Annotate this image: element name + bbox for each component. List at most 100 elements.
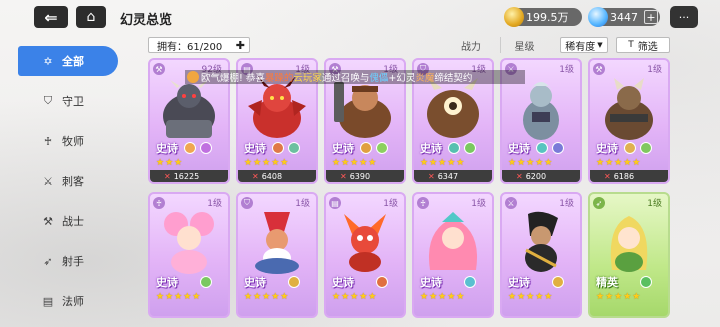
archer-icon: ➶ <box>43 254 53 268</box>
hero-portrait <box>164 212 214 274</box>
sidebar-item-assassin[interactable]: ⚔ 刺客 <box>18 166 118 196</box>
element-badge <box>624 142 636 154</box>
warrior-icon: ⚒ <box>43 214 53 228</box>
broadcast-text: 通过召唤与 <box>321 73 370 84</box>
power-sword-icon: ✕ <box>252 171 259 181</box>
element-badge <box>552 142 564 154</box>
rarity-label: 史诗 <box>332 142 354 155</box>
sort-by-rarity[interactable]: 稀有度 ▼ <box>560 37 608 53</box>
element-badge <box>272 142 284 154</box>
sidebar-item-warrior[interactable]: ⚒ 战士 <box>18 206 118 236</box>
assassin-icon: ⚔ <box>43 174 53 188</box>
hero-card[interactable]: ⚒ 1级 史诗 ★★★★★ ✕ 6186 <box>588 58 670 184</box>
top-bar: ⇐ ⌂ 幻灵总览 199.5万 3447 + ··· <box>0 0 720 34</box>
star-rating: ★★★ <box>156 158 184 168</box>
sort-by-power[interactable]: 战力 <box>447 37 495 53</box>
gem-counter[interactable]: 3447 + <box>588 7 660 27</box>
hero-card[interactable]: ♰ 1级 史诗 ★★★★★ <box>412 192 494 318</box>
sidebar-item-priest[interactable]: ♰ 牧师 <box>18 126 118 156</box>
priest-class-icon: ♰ <box>417 197 429 209</box>
owned-count: 拥有：61/200 ✚ <box>148 37 250 53</box>
sidebar-item-label: 牧师 <box>62 135 84 148</box>
star-rating: ★★★★★ <box>596 158 642 168</box>
hero-portrait <box>610 216 648 272</box>
star-rating: ★★★★★ <box>508 158 554 168</box>
hero-portrait <box>428 212 478 270</box>
star-rating: ★★★★★ <box>156 292 202 302</box>
hero-card[interactable]: ⛉ 1级 史诗 ★★★★★ <box>236 192 318 318</box>
sidebar-item-label: 刺客 <box>62 175 84 188</box>
power-value: 6200 <box>525 171 547 181</box>
filter-button[interactable]: T 筛选 <box>616 37 670 53</box>
sidebar-item-label: 射手 <box>62 255 84 268</box>
hero-card[interactable]: ⚔ 1级 史诗 ★★★★★ <box>500 192 582 318</box>
warrior-class-icon: ⚒ <box>593 63 605 75</box>
hero-card[interactable]: ♰ 1级 史诗 ★★★★★ <box>148 192 230 318</box>
rarity-label: 精英 <box>596 276 618 289</box>
rarity-label: 史诗 <box>156 142 178 155</box>
add-gems-button[interactable]: + <box>644 10 658 24</box>
sidebar-item-label: 法师 <box>62 295 84 308</box>
power-strip: ✕ 6408 <box>238 170 316 182</box>
expand-cross-icon[interactable]: ✚ <box>236 39 245 52</box>
star-rating: ★★★★★ <box>596 292 642 302</box>
broadcast-text: 欧气爆棚! 恭喜 <box>201 73 265 84</box>
sidebar-item-guard[interactable]: ⛉ 守卫 <box>18 86 118 116</box>
back-button[interactable]: ⇐ <box>34 6 68 28</box>
hero-portrait <box>248 76 306 138</box>
power-strip: ✕ 6390 <box>326 170 404 182</box>
hero-card[interactable]: ▤ 1级 史诗 ★★★★★ <box>324 192 406 318</box>
star-outline-icon: ✡ <box>43 54 53 68</box>
power-value: 6390 <box>349 171 371 181</box>
home-button[interactable]: ⌂ <box>76 6 106 28</box>
hero-portrait <box>427 78 479 138</box>
star-rating: ★★★★★ <box>420 158 466 168</box>
hero-portrait <box>334 82 391 138</box>
star-rating: ★★★★★ <box>420 292 466 302</box>
rarity-label: 史诗 <box>508 142 530 155</box>
element-badge <box>200 142 212 154</box>
mage-class-icon: ▤ <box>329 197 341 209</box>
power-sword-icon: ✕ <box>340 171 347 181</box>
chat-button[interactable]: ··· <box>670 6 698 28</box>
sidebar-item-mage[interactable]: ▤ 法师 <box>18 286 118 316</box>
element-badge <box>376 276 388 288</box>
rarity-label: 史诗 <box>156 276 178 289</box>
element-badge <box>288 276 300 288</box>
rarity-label: 史诗 <box>332 276 354 289</box>
priest-class-icon: ♰ <box>153 197 165 209</box>
power-sword-icon: ✕ <box>604 171 611 181</box>
element-badge <box>448 142 460 154</box>
element-badge <box>288 142 300 154</box>
star-rating: ★★★★★ <box>508 292 554 302</box>
broadcast-player-name: 云玩家 <box>293 73 322 84</box>
sidebar-item-all[interactable]: ✡ 全部 <box>18 46 118 76</box>
hero-portrait <box>605 78 653 140</box>
element-badge <box>200 276 212 288</box>
power-sword-icon: ✕ <box>164 171 171 181</box>
gold-coin-icon <box>504 7 524 27</box>
gold-counter[interactable]: 199.5万 <box>504 7 582 27</box>
hero-level: 1级 <box>559 199 574 209</box>
guard-class-icon: ⛉ <box>241 197 253 209</box>
chevron-down-icon: ▼ <box>597 41 603 49</box>
hero-portrait <box>255 212 299 274</box>
power-value: 6347 <box>437 171 459 181</box>
hero-level: 1级 <box>471 199 486 209</box>
hero-level: 1级 <box>647 65 662 75</box>
power-strip: ✕ 6186 <box>590 170 668 182</box>
power-value: 6186 <box>613 171 635 181</box>
broadcast-player-name: 暴躁的 <box>264 73 294 84</box>
rarity-label: 史诗 <box>420 276 442 289</box>
hero-portrait <box>163 80 215 138</box>
hero-level: 1级 <box>207 199 222 209</box>
filter-icon: T <box>628 40 634 50</box>
hero-portrait <box>525 211 558 272</box>
sort-by-star[interactable]: 星级 <box>500 37 548 53</box>
broadcast-hero-name: 炎魔 <box>415 73 435 84</box>
sidebar-item-label: 全部 <box>62 55 84 68</box>
power-strip: ✕ 6200 <box>502 170 580 182</box>
hero-card[interactable]: ➶ 1级 精英 ★★★★★ <box>588 192 670 318</box>
sidebar-item-archer[interactable]: ➶ 射手 <box>18 246 118 276</box>
hero-level: 1级 <box>647 199 662 209</box>
